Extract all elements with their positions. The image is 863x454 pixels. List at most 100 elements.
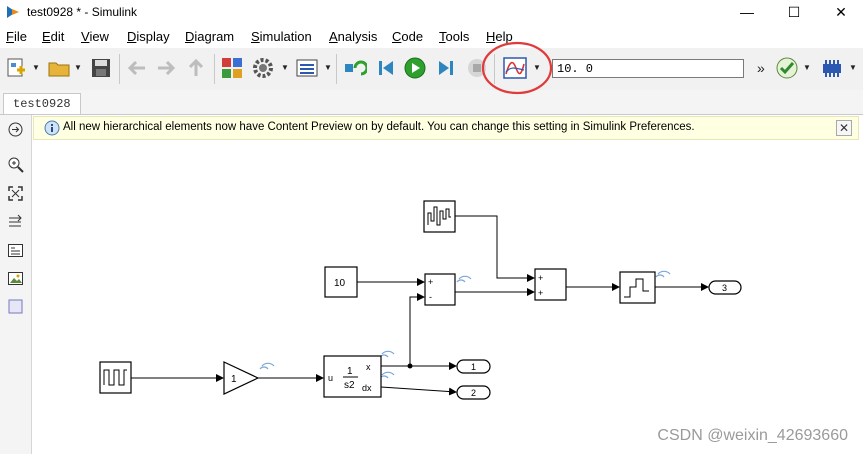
constant-block[interactable]: 10 <box>324 266 358 298</box>
gain-block[interactable]: 1 <box>223 361 260 395</box>
pulse-generator-block[interactable] <box>99 361 132 394</box>
folder-icon <box>48 62 70 77</box>
outport-2-number: 2 <box>471 388 476 398</box>
model-settings-button[interactable] <box>251 56 275 80</box>
build-icon <box>823 60 841 77</box>
fit-to-view-button[interactable] <box>7 185 24 202</box>
floppy-disk-icon <box>92 59 110 77</box>
menu-code[interactable]: Code <box>392 29 423 44</box>
menu-diagram[interactable]: Diagram <box>185 29 234 44</box>
outport-2[interactable]: 2 <box>456 385 491 400</box>
gain-value: 1 <box>231 374 237 385</box>
watermark-text: CSDN @weixin_42693660 <box>657 427 848 444</box>
back-arrow-icon <box>127 60 145 76</box>
menu-simulation[interactable]: Simulation <box>251 29 312 44</box>
step-back-button[interactable] <box>374 56 398 80</box>
open-button[interactable] <box>47 56 71 80</box>
integrator-output-x-label: x <box>366 362 371 372</box>
build-model-button[interactable] <box>820 56 844 80</box>
sum2-sign-plus-top: + <box>538 273 543 283</box>
menu-bar: File Edit View Display Diagram Simulatio… <box>0 26 863 48</box>
refresh-icon <box>345 60 367 76</box>
checkmark-icon <box>776 57 798 79</box>
hide-explorer-button[interactable] <box>7 121 24 138</box>
close-button[interactable]: ✕ <box>831 3 851 21</box>
model-advisor-button[interactable] <box>775 56 799 80</box>
update-model-button[interactable] <box>343 56 367 80</box>
signal-routing-button[interactable] <box>7 213 24 230</box>
toolbar-overflow-button[interactable]: » <box>757 60 765 76</box>
area-button[interactable] <box>7 298 24 315</box>
zoom-icon <box>8 157 24 173</box>
advisor-dropdown-arrow[interactable]: ▼ <box>803 63 811 72</box>
step-forward-button[interactable] <box>434 56 458 80</box>
zero-order-hold-block[interactable] <box>619 271 656 304</box>
circle-arrow-icon <box>8 122 23 137</box>
maximize-button[interactable]: ☐ <box>784 3 804 21</box>
fit-to-view-icon <box>8 186 23 201</box>
info-message: All new hierarchical elements now have C… <box>63 121 695 133</box>
stop-time-input[interactable] <box>552 59 744 78</box>
sum-block-2[interactable]: + + <box>534 268 567 301</box>
build-dropdown-arrow[interactable]: ▼ <box>849 63 857 72</box>
integrator-numerator: 1 <box>347 366 353 377</box>
back-button[interactable] <box>125 56 149 80</box>
tab-test0928[interactable]: test0928 <box>3 93 81 114</box>
outport-1-number: 1 <box>471 362 476 372</box>
signal-noise-to-sum2[interactable] <box>455 215 535 282</box>
new-model-icon <box>7 58 25 77</box>
annotation-button[interactable] <box>7 242 24 259</box>
up-button[interactable] <box>184 56 208 80</box>
model-tab-strip: test0928 <box>0 90 863 115</box>
signal-x-feedback-to-sum1[interactable] <box>409 293 425 366</box>
run-button[interactable] <box>403 56 427 80</box>
open-dropdown-arrow[interactable]: ▼ <box>74 63 82 72</box>
image-icon <box>8 272 23 285</box>
band-limited-noise-block[interactable] <box>423 200 456 233</box>
menu-view[interactable]: View <box>81 29 109 44</box>
info-icon <box>44 120 60 136</box>
menu-analysis[interactable]: Analysis <box>329 29 377 44</box>
logging-badge-icon <box>379 350 395 358</box>
save-button[interactable] <box>89 56 113 80</box>
menu-display[interactable]: Display <box>127 29 170 44</box>
logging-badge-icon <box>655 270 671 278</box>
new-dropdown-arrow[interactable]: ▼ <box>32 63 40 72</box>
highlight-annotation <box>481 41 553 95</box>
model-explorer-button[interactable] <box>295 56 319 80</box>
block-diagram: 1 u 1 s2 x dx 10 + - + + 1 2 3 <box>99 200 742 400</box>
branch-point <box>407 363 413 369</box>
image-button[interactable] <box>7 270 24 287</box>
play-icon <box>404 57 426 79</box>
zoom-button[interactable] <box>7 156 24 173</box>
info-close-button[interactable]: ✕ <box>836 120 852 136</box>
title-bar: test0928 * - Simulink — ☐ ✕ <box>0 0 863 26</box>
area-icon <box>8 299 23 314</box>
arrows-icon <box>9 214 22 227</box>
sum1-sign-minus: - <box>429 292 432 302</box>
menu-tools[interactable]: Tools <box>439 29 469 44</box>
toolbar-separator <box>214 54 215 84</box>
up-arrow-icon <box>188 58 204 76</box>
signal-dx-to-out2[interactable] <box>380 386 457 396</box>
menu-file[interactable]: File <box>6 29 27 44</box>
new-model-button[interactable] <box>4 56 28 80</box>
settings-dropdown-arrow[interactable]: ▼ <box>281 63 289 72</box>
minimize-button[interactable]: — <box>737 3 757 21</box>
double-integrator-block[interactable]: u 1 s2 x dx <box>323 355 382 398</box>
outport-1[interactable]: 1 <box>456 359 491 374</box>
step-forward-icon <box>439 61 453 75</box>
integrator-denominator: s2 <box>344 380 355 391</box>
red-circle-mark <box>481 41 553 95</box>
sum-block-1[interactable]: + - <box>424 273 456 306</box>
explorer-dropdown-arrow[interactable]: ▼ <box>324 63 332 72</box>
integrator-output-dx-label: dx <box>362 383 372 393</box>
left-palette <box>0 115 32 454</box>
library-browser-button[interactable] <box>220 56 244 80</box>
forward-button[interactable] <box>154 56 178 80</box>
outport-3[interactable]: 3 <box>708 280 742 295</box>
menu-edit[interactable]: Edit <box>42 29 64 44</box>
constant-value: 10 <box>334 278 346 289</box>
toolbar-separator <box>119 54 120 84</box>
model-canvas[interactable]: 1 u 1 s2 x dx 10 + - + + 1 2 3 <box>32 141 863 454</box>
